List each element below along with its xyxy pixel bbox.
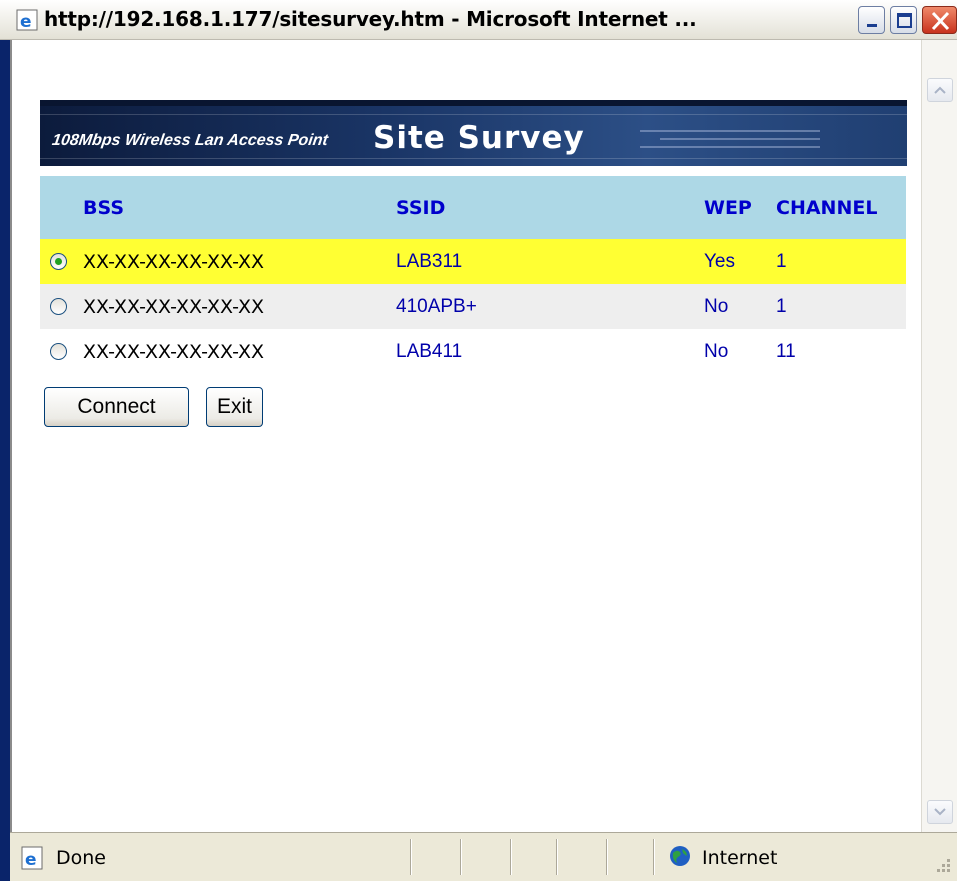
- header-bss: BSS: [83, 176, 396, 239]
- cell-bss: XX-XX-XX-XX-XX-XX: [83, 329, 396, 374]
- globe-icon: [670, 846, 690, 866]
- scroll-up-button[interactable]: [927, 78, 953, 102]
- cell-channel: 1: [776, 284, 906, 329]
- header-ssid: SSID: [396, 176, 704, 239]
- site-survey-table: BSS SSID WEP CHANNEL XX-XX-XX-XX-XX-XX L…: [40, 176, 906, 374]
- header-select: [40, 176, 83, 239]
- cell-bss: XX-XX-XX-XX-XX-XX: [83, 239, 396, 284]
- network-radio[interactable]: [50, 252, 67, 270]
- cell-ssid: LAB411: [396, 329, 704, 374]
- browser-window: e http://192.168.1.177/sitesurvey.htm - …: [0, 0, 957, 881]
- table-row[interactable]: XX-XX-XX-XX-XX-XX LAB311 Yes 1: [40, 239, 906, 284]
- ie-page-icon: e: [16, 9, 38, 31]
- vertical-scrollbar[interactable]: [921, 40, 957, 832]
- table-header-row: BSS SSID WEP CHANNEL: [40, 176, 906, 239]
- banner-subtitle: 108Mbps Wireless Lan Access Point: [50, 132, 330, 149]
- header-channel: CHANNEL: [776, 176, 906, 239]
- header-banner: 108Mbps Wireless Lan Access Point Site S…: [40, 100, 907, 166]
- chevron-down-icon: [934, 808, 946, 816]
- status-bar: e Done Internet: [10, 832, 957, 881]
- maximize-icon: [897, 13, 912, 28]
- status-text: Done: [56, 847, 106, 869]
- chevron-up-icon: [934, 86, 946, 94]
- close-icon: [931, 11, 950, 31]
- page-title: Site Survey: [373, 120, 585, 156]
- maximize-button[interactable]: [890, 6, 917, 34]
- cell-wep: No: [704, 284, 776, 329]
- cell-ssid: LAB311: [396, 239, 704, 284]
- cell-channel: 1: [776, 239, 906, 284]
- table-row[interactable]: XX-XX-XX-XX-XX-XX 410APB+ No 1: [40, 284, 906, 329]
- cell-bss: XX-XX-XX-XX-XX-XX: [83, 284, 396, 329]
- window-title: http://192.168.1.177/sitesurvey.htm - Mi…: [44, 7, 697, 31]
- scroll-down-button[interactable]: [927, 800, 953, 824]
- cell-channel: 11: [776, 329, 906, 374]
- exit-button[interactable]: Exit: [206, 387, 263, 427]
- svg-text:e: e: [20, 12, 32, 31]
- svg-text:e: e: [25, 850, 37, 870]
- minimize-icon: [867, 24, 877, 27]
- resize-grip-icon[interactable]: [935, 857, 953, 875]
- title-bar[interactable]: e http://192.168.1.177/sitesurvey.htm - …: [0, 0, 957, 40]
- cell-wep: No: [704, 329, 776, 374]
- connect-button[interactable]: Connect: [44, 387, 189, 427]
- minimize-button[interactable]: [858, 6, 885, 34]
- cell-ssid: 410APB+: [396, 284, 704, 329]
- header-wep: WEP: [704, 176, 776, 239]
- network-radio[interactable]: [50, 342, 67, 360]
- table-row[interactable]: XX-XX-XX-XX-XX-XX LAB411 No 11: [40, 329, 906, 374]
- ie-page-icon: e: [21, 846, 43, 870]
- network-radio[interactable]: [50, 297, 67, 315]
- cell-wep: Yes: [704, 239, 776, 284]
- security-zone-label: Internet: [702, 847, 778, 869]
- close-button[interactable]: [922, 6, 957, 34]
